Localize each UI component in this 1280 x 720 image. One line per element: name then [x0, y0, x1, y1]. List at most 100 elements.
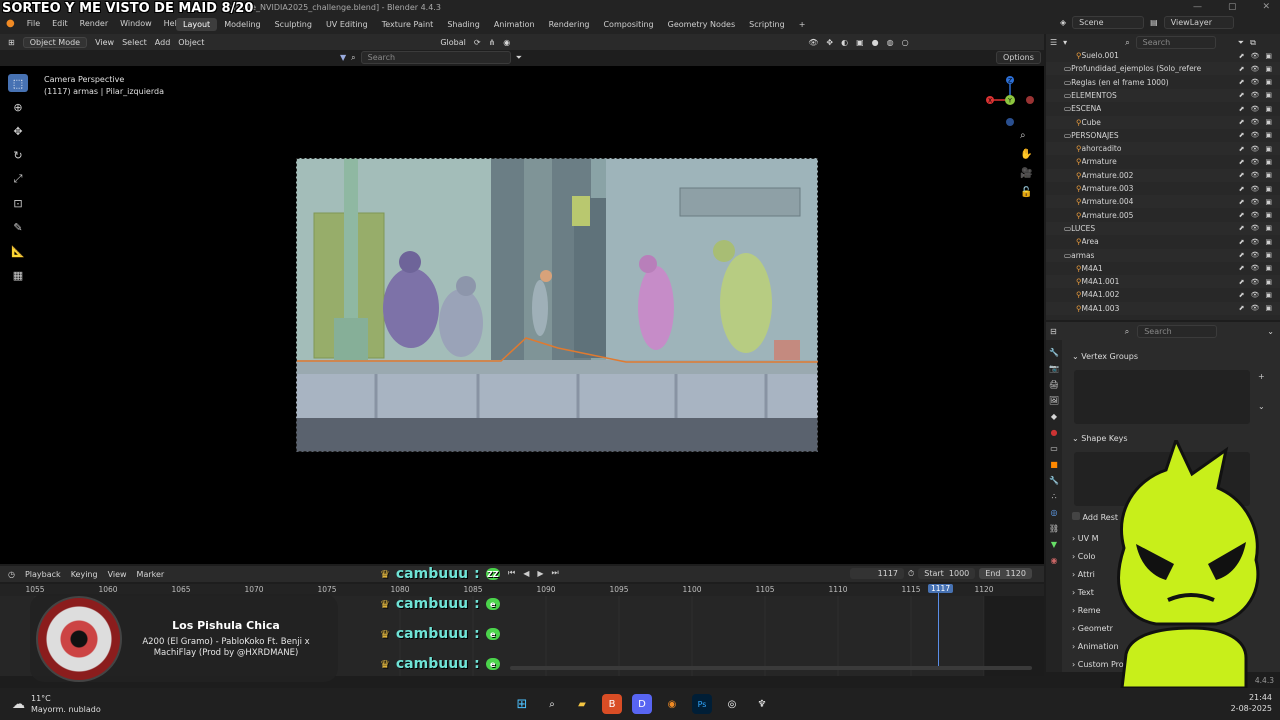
object-mode-dropdown[interactable]: Object Mode: [22, 36, 88, 48]
select-toggle-icon[interactable]: ⬈: [1239, 78, 1245, 86]
outliner-item[interactable]: ⚲ Armature.003 ⬈ 👁 ▣: [1046, 182, 1280, 195]
new-collection-icon[interactable]: ⧉: [1250, 38, 1256, 48]
object-tab-icon[interactable]: ■: [1050, 460, 1058, 469]
scene-tab-icon[interactable]: ◆: [1051, 412, 1057, 421]
tab-compositing[interactable]: Compositing: [596, 18, 660, 31]
output-tab-icon[interactable]: 🖨: [1049, 380, 1059, 389]
render-camera-icon[interactable]: ▣: [1265, 52, 1272, 60]
outliner-item[interactable]: ⚲ M4A1.003 ⬈ 👁 ▣: [1046, 301, 1280, 315]
end-frame-field[interactable]: End 1120: [979, 568, 1032, 579]
outliner-editor-icon[interactable]: ☰: [1050, 38, 1057, 47]
add-rest-checkbox[interactable]: [1072, 512, 1080, 520]
hide-eye-icon[interactable]: 👁: [1250, 91, 1259, 99]
render-camera-icon[interactable]: ▣: [1265, 238, 1272, 246]
tab-texture-paint[interactable]: Texture Paint: [375, 18, 441, 31]
editor-type-icon[interactable]: ⊞: [8, 38, 15, 47]
select-toggle-icon[interactable]: ⬈: [1239, 278, 1245, 286]
world-tab-icon[interactable]: ●: [1051, 428, 1058, 437]
select-toggle-icon[interactable]: ⬈: [1239, 304, 1245, 312]
render-camera-icon[interactable]: ▣: [1265, 158, 1272, 166]
tab-uv-editing[interactable]: UV Editing: [319, 18, 375, 31]
hide-eye-icon[interactable]: 👁: [1250, 52, 1259, 60]
play-icon[interactable]: ▶: [537, 569, 543, 578]
viewport-search-input[interactable]: Search: [360, 51, 511, 64]
outliner-item[interactable]: ⚲ M4A1 ⬈ 👁 ▣: [1046, 262, 1280, 275]
timeline-menu-playback[interactable]: Playback: [25, 570, 61, 579]
render-camera-icon[interactable]: ▣: [1265, 65, 1272, 73]
funnel-icon[interactable]: ⏷: [516, 53, 522, 63]
filter-icon[interactable]: ▼: [340, 53, 346, 62]
uv-maps-section[interactable]: › UV M: [1072, 534, 1099, 543]
rotate-tool-icon[interactable]: ↻: [8, 146, 28, 164]
render-camera-icon[interactable]: ▣: [1265, 224, 1272, 232]
hide-eye-icon[interactable]: 👁: [1250, 278, 1259, 286]
snap-icon[interactable]: ⋔: [489, 38, 496, 47]
outliner-item[interactable]: ⚲ Armature ⬈ 👁 ▣: [1046, 155, 1280, 168]
hide-eye-icon[interactable]: 👁: [1250, 185, 1259, 193]
hide-eye-icon[interactable]: 👁: [1250, 78, 1259, 86]
hide-eye-icon[interactable]: 👁: [1250, 145, 1259, 153]
select-toggle-icon[interactable]: ⬈: [1239, 185, 1245, 193]
timeline-editor-icon[interactable]: ◷: [8, 570, 15, 579]
start-menu-icon[interactable]: ⊞: [512, 694, 532, 714]
pan-hand-icon[interactable]: ✋: [1020, 149, 1032, 160]
select-toggle-icon[interactable]: ⬈: [1239, 158, 1245, 166]
add-workspace-icon[interactable]: +: [792, 18, 813, 31]
display-mode-icon[interactable]: ▾: [1063, 38, 1067, 47]
obs-icon[interactable]: ◎: [722, 694, 742, 714]
tool-tab-icon[interactable]: 🔧: [1049, 348, 1059, 357]
render-camera-icon[interactable]: ▣: [1265, 185, 1272, 193]
outliner-item[interactable]: ▭ ELEMENTOS ⬈ 👁 ▣: [1046, 88, 1280, 102]
select-toggle-icon[interactable]: ⬈: [1239, 291, 1245, 299]
viewport-menu-object[interactable]: Object: [178, 38, 204, 47]
select-toggle-icon[interactable]: ⬈: [1239, 52, 1245, 60]
hide-eye-icon[interactable]: 👁: [1250, 158, 1259, 166]
weather-widget[interactable]: ☁ 11°C Mayorm. nublado: [12, 693, 101, 715]
outliner-item[interactable]: ⚲ M4A1.002 ⬈ 👁 ▣: [1046, 288, 1280, 301]
select-toggle-icon[interactable]: ⬈: [1239, 264, 1245, 272]
hide-eye-icon[interactable]: 👁: [1250, 65, 1259, 73]
view-layer-field[interactable]: ViewLayer: [1163, 16, 1234, 29]
gizmo-toggle-icon[interactable]: ✥: [826, 38, 833, 47]
cursor-tool-icon[interactable]: ⊕: [8, 98, 28, 116]
zoom-icon[interactable]: ⌕: [1020, 130, 1032, 141]
tab-geometry-nodes[interactable]: Geometry Nodes: [661, 18, 742, 31]
outliner-search-input[interactable]: Search: [1135, 36, 1216, 49]
app-icon[interactable]: ♆: [752, 694, 772, 714]
timeline-menu-marker[interactable]: Marker: [137, 570, 165, 579]
outliner-item[interactable]: ▭ Profundidad_ejemplos (Solo_referenc ⬈ 👁 ▣: [1046, 62, 1280, 76]
render-camera-icon[interactable]: ▣: [1265, 264, 1272, 272]
tab-scripting[interactable]: Scripting: [742, 18, 792, 31]
viewport-menu-add[interactable]: Add: [155, 38, 171, 47]
tab-rendering[interactable]: Rendering: [542, 18, 597, 31]
select-toggle-icon[interactable]: ⬈: [1239, 198, 1245, 206]
outliner-item[interactable]: ⚲ Armature.005 ⬈ 👁 ▣: [1046, 209, 1280, 222]
tab-sculpting[interactable]: Sculpting: [268, 18, 319, 31]
tab-layout[interactable]: Layout: [176, 18, 218, 31]
constraints-tab-icon[interactable]: ⛓: [1049, 524, 1059, 533]
properties-options-icon[interactable]: ⌄: [1267, 327, 1274, 336]
render-camera-icon[interactable]: ▣: [1265, 251, 1272, 259]
pivot-icon[interactable]: ⟳: [474, 38, 481, 47]
stopwatch-icon[interactable]: ⏱: [908, 569, 914, 579]
select-toggle-icon[interactable]: ⬈: [1239, 145, 1245, 153]
viewport-menu-view[interactable]: View: [95, 38, 114, 47]
outliner-item[interactable]: ⚲ Armature.002 ⬈ 👁 ▣: [1046, 168, 1280, 182]
jump-end-icon[interactable]: ⏭: [552, 568, 559, 578]
menu-render[interactable]: Render: [80, 19, 108, 28]
add-vertex-group-icon[interactable]: +: [1258, 372, 1265, 381]
timeline-menu-keying[interactable]: Keying: [71, 570, 98, 579]
play-reverse-icon[interactable]: ◀: [523, 569, 529, 578]
hide-eye-icon[interactable]: 👁: [1250, 211, 1259, 219]
outliner-item[interactable]: ⚲ Cube ⬈ 👁 ▣: [1046, 115, 1280, 129]
texture-space-section[interactable]: › Text: [1072, 588, 1094, 597]
hide-eye-icon[interactable]: 👁: [1250, 238, 1259, 246]
viewport-visibility-icon[interactable]: 👁: [808, 38, 818, 47]
select-toggle-icon[interactable]: ⬈: [1239, 105, 1245, 113]
current-frame-field[interactable]: 1117: [850, 568, 904, 579]
render-tab-icon[interactable]: 📷: [1049, 364, 1059, 373]
select-toggle-icon[interactable]: ⬈: [1239, 91, 1245, 99]
transform-tool-icon[interactable]: ⊡: [8, 194, 28, 212]
shading-rendered-icon[interactable]: ○: [902, 38, 909, 47]
select-toggle-icon[interactable]: ⬈: [1239, 211, 1245, 219]
